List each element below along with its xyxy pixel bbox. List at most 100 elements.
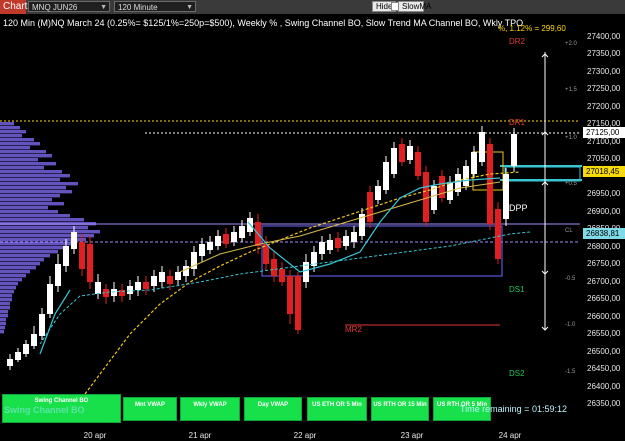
x-axis-label: 24 apr [498, 431, 522, 440]
volume-profile-bar [0, 270, 30, 274]
price-axis-label: 27350,00 [587, 49, 621, 59]
volume-profile-bar [0, 262, 40, 266]
chart-tab[interactable]: Chart [0, 0, 27, 14]
us-rth-or-15-button[interactable]: US RTH OR 15 Min [371, 397, 429, 421]
x-axis-label: 21 apr [188, 431, 212, 440]
candle-body [231, 232, 237, 242]
volume-profile-bar [0, 286, 16, 290]
price-axis-label: 26650,00 [587, 294, 621, 304]
candle-body [407, 146, 413, 160]
interval-selector[interactable]: 120 Minute ▼ [114, 1, 196, 12]
current-price-box: 27018,45 [583, 166, 625, 177]
volume-profile-bar [0, 194, 60, 198]
chevron-down-icon: ▼ [100, 4, 107, 11]
candle-body [511, 134, 517, 166]
candle-body [223, 234, 229, 244]
volume-profile-bar [0, 302, 10, 306]
candle-body [183, 266, 189, 276]
us-eth-or-5-button[interactable]: US ETH OR 5 Min [307, 397, 367, 421]
volume-profile-bar [0, 250, 58, 254]
candle-body [47, 284, 53, 314]
volume-profile-bar [0, 122, 14, 126]
volume-profile-bar [0, 182, 78, 186]
candle-body [215, 236, 221, 246]
symbol-label: MNQ JUN26 [32, 3, 78, 12]
volume-profile-bar [0, 278, 22, 282]
ds2-label: DS2 [509, 369, 525, 378]
candle-body [111, 289, 117, 296]
candle-body [87, 244, 93, 282]
pct-label: -0.5 [565, 276, 576, 282]
day-vwap-button[interactable]: Day VWAP [244, 397, 302, 421]
candle-body [55, 264, 61, 286]
price-axis-label: 26350,00 [587, 399, 621, 408]
candle-body [279, 269, 285, 282]
price-axis-label: 27250,00 [587, 84, 621, 94]
chart-title: 120 Min (M)NQ March 24 (0.25%= $125/1%=2… [3, 18, 524, 28]
candle-body [127, 286, 133, 294]
price-axis-label: 26500,00 [587, 346, 621, 356]
candle-body [271, 259, 277, 276]
pct-label: +0.5 [565, 181, 577, 187]
volume-profile-bar [0, 230, 100, 234]
volume-profile-bar [0, 322, 6, 326]
volume-profile-bar [0, 310, 8, 314]
candle-body [495, 209, 501, 259]
volume-profile-bar [0, 254, 50, 258]
volume-profile-bar [0, 198, 52, 202]
wkly-vwap-button[interactable]: Wkly VWAP [180, 397, 240, 421]
mr2-label: MR2 [345, 325, 362, 334]
price-chart[interactable] [0, 14, 625, 441]
candle-body [7, 359, 13, 366]
volume-profile-bar [0, 242, 74, 246]
volume-profile-bar [0, 274, 26, 278]
volume-profile-bar [0, 142, 40, 146]
volume-profile-bar [0, 282, 18, 286]
candle-body [39, 314, 45, 336]
candle-body [295, 276, 301, 330]
candle-body [207, 242, 213, 250]
volume-profile-bar [0, 246, 66, 250]
candle-body [79, 242, 85, 269]
candle-body [319, 242, 325, 254]
volume-profile-bar [0, 210, 58, 214]
volume-profile-bar [0, 266, 36, 270]
volume-profile-bar [0, 186, 66, 190]
candle-body [327, 240, 333, 250]
candle-body [95, 282, 101, 294]
x-axis-label: 20 apr [83, 431, 107, 440]
volume-profile-bar [0, 326, 5, 330]
volume-profile-bar [0, 190, 72, 194]
mnt-vwap-button[interactable]: Mnt VWAP [123, 397, 177, 421]
pct-label: -1.0 [565, 322, 576, 328]
volume-profile-bar [0, 218, 84, 222]
volume-profile-bar [0, 330, 4, 334]
x-axis-label: 22 apr [293, 431, 317, 440]
price-axis-label: 26900,00 [587, 206, 621, 216]
volume-profile-bar [0, 318, 6, 322]
volume-profile-bar [0, 214, 70, 218]
price-axis-label: 26950,00 [587, 189, 621, 199]
volume-profile-bar [0, 306, 10, 310]
volume-profile-bar [0, 150, 46, 154]
candle-body [167, 276, 173, 284]
candle-body [31, 334, 37, 346]
candle-body [143, 282, 149, 289]
price-axis-label: 26600,00 [587, 311, 621, 321]
volume-profile-bar [0, 174, 70, 178]
pct-label: -1.5 [565, 369, 576, 375]
symbol-selector[interactable]: MNQ JUN26 ▼ [28, 1, 110, 12]
price-axis-label: 27300,00 [587, 66, 621, 76]
slowma-button[interactable]: SlowMA [398, 1, 431, 12]
pct-label: +2.0 [565, 41, 577, 47]
lower-price-box: 26838,81 [583, 228, 625, 239]
volume-profile-bar [0, 130, 26, 134]
candle-body [71, 232, 77, 249]
volume-profile-bar [0, 206, 48, 210]
weekly-pct-readout: %, 1.12% = 299,60 [498, 24, 566, 33]
candle-body [415, 152, 421, 176]
volume-profile-bar [0, 290, 14, 294]
price-axis-label: 26450,00 [587, 364, 621, 374]
candle-body [63, 246, 69, 266]
price-axis-label: 26400,00 [587, 381, 621, 391]
